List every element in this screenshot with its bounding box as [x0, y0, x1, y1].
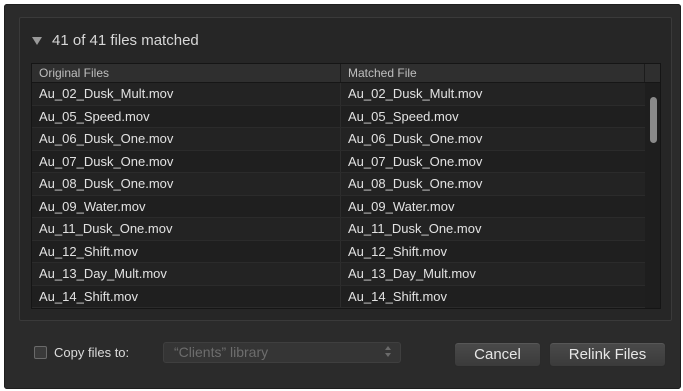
original-file-cell: Au_09_Water.mov	[32, 195, 341, 217]
table-row[interactable]: Au_09_Water.mov Au_09_Water.mov	[32, 195, 645, 218]
library-select-value: “Clients” library	[174, 344, 269, 360]
matched-files-group: 41 of 41 files matched Original Files Ma…	[19, 17, 672, 321]
original-file-cell: Au_05_Speed.mov	[32, 105, 341, 127]
copy-files-checkbox[interactable]	[34, 346, 47, 359]
table-row[interactable]: Au_08_Dusk_One.mov Au_08_Dusk_One.mov	[32, 173, 645, 196]
table-row[interactable]: Au_06_Dusk_One.mov Au_06_Dusk_One.mov	[32, 128, 645, 151]
copy-files-option[interactable]: Copy files to:	[34, 345, 129, 360]
table-row[interactable]: Au_14_Shift.mov Au_14_Shift.mov	[32, 285, 645, 308]
original-file-cell: Au_08_Dusk_One.mov	[32, 173, 341, 195]
table-row[interactable]: Au_12_Shift.mov Au_12_Shift.mov	[32, 240, 645, 263]
matched-file-cell: Au_14_Shift.mov	[348, 288, 448, 304]
relink-files-button[interactable]: Relink Files	[549, 342, 666, 367]
scrollbar-thumb[interactable]	[650, 97, 657, 143]
copy-files-label[interactable]: Copy files to:	[54, 345, 129, 360]
original-file-cell: Au_14_Shift.mov	[32, 285, 341, 307]
matched-file-cell: Au_08_Dusk_One.mov	[348, 176, 483, 191]
original-file-cell: Au_02_Dusk_Mult.mov	[32, 83, 341, 105]
column-matched-file[interactable]: Matched File	[341, 64, 645, 82]
table-row[interactable]: Au_11_Dusk_One.mov Au_11_Dusk_One.mov	[32, 218, 645, 241]
table-body: Au_02_Dusk_Mult.mov Au_02_Dusk_Mult.mov …	[32, 83, 645, 308]
matched-file-cell: Au_11_Dusk_One.mov	[348, 221, 482, 236]
table-row[interactable]: Au_07_Dusk_One.mov Au_07_Dusk_One.mov	[32, 150, 645, 173]
original-file-cell: Au_13_Day_Mult.mov	[32, 263, 341, 285]
table-header: Original Files Matched File	[32, 64, 660, 83]
files-table: Original Files Matched File Au_02_Dusk_M…	[31, 63, 661, 309]
matched-file-cell: Au_06_Dusk_One.mov	[348, 131, 483, 146]
original-file-cell: Au_06_Dusk_One.mov	[32, 128, 341, 150]
matched-file-cell: Au_13_Day_Mult.mov	[348, 266, 476, 281]
dialog-footer: Copy files to: “Clients” library Cancel …	[4, 326, 681, 389]
matched-file-cell: Au_02_Dusk_Mult.mov	[348, 86, 483, 101]
table-row[interactable]: Au_02_Dusk_Mult.mov Au_02_Dusk_Mult.mov	[32, 83, 645, 106]
matched-files-disclosure[interactable]: 41 of 41 files matched	[32, 30, 199, 50]
relink-files-dialog: 41 of 41 files matched Original Files Ma…	[4, 4, 681, 389]
column-original-files[interactable]: Original Files	[32, 64, 341, 82]
table-row[interactable]: Au_05_Speed.mov Au_05_Speed.mov	[32, 105, 645, 128]
column-spacer	[645, 64, 660, 82]
disclosure-triangle-icon[interactable]	[32, 37, 42, 45]
updown-arrows-icon	[385, 346, 392, 359]
matched-file-cell: Au_09_Water.mov	[348, 198, 455, 214]
matched-count-label: 41 of 41 files matched	[52, 31, 199, 49]
matched-file-cell: Au_07_Dusk_One.mov	[348, 153, 483, 169]
original-file-cell: Au_11_Dusk_One.mov	[32, 218, 341, 240]
library-select[interactable]: “Clients” library	[163, 342, 401, 363]
cancel-button[interactable]: Cancel	[454, 342, 541, 367]
matched-file-cell: Au_12_Shift.mov	[348, 243, 448, 259]
matched-file-cell: Au_05_Speed.mov	[348, 108, 459, 124]
original-file-cell: Au_07_Dusk_One.mov	[32, 150, 341, 172]
vertical-scrollbar[interactable]	[646, 83, 660, 308]
original-file-cell: Au_12_Shift.mov	[32, 240, 341, 262]
table-row[interactable]: Au_13_Day_Mult.mov Au_13_Day_Mult.mov	[32, 263, 645, 286]
